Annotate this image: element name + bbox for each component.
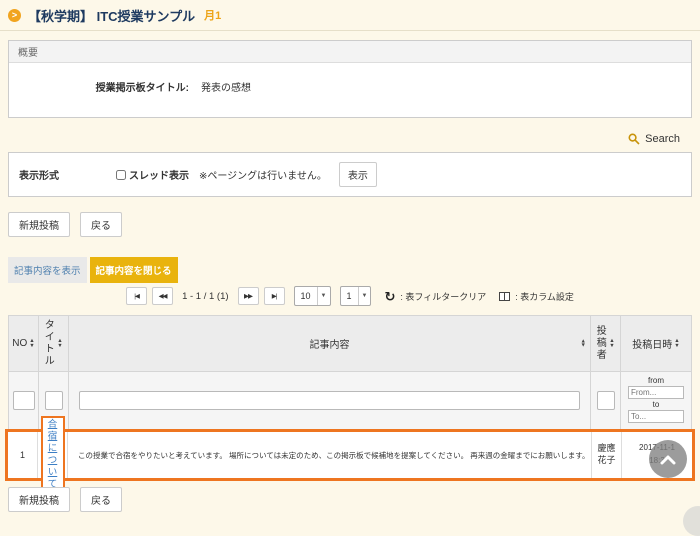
sort-icon[interactable]: ▲▼ [609,339,614,348]
sort-icon[interactable]: ▲▼ [57,339,62,348]
row-author-value: 慶應花子 [594,443,619,466]
filter-author-input[interactable] [597,391,615,410]
filter-cell-date: from to [621,372,691,429]
pagination-prev-button[interactable]: ◀◀ [152,287,173,305]
column-config-label: : 表カラム設定 [515,290,574,303]
page-size-value: 10 [295,291,317,301]
back-button-top[interactable]: 戻る [80,212,122,237]
display-format-label: 表示形式 [19,167,116,182]
col-date-label: 投稿日時 [632,336,672,351]
filter-cell-content [69,372,591,429]
filter-to-label: to [653,399,660,410]
col-header-no[interactable]: NO ▲▼ [9,316,39,371]
back-button-bottom[interactable]: 戻る [80,487,122,512]
table-row: 1 合宿について この授業で合宿をやりたいと考えています。 場所については未定の… [5,429,695,481]
show-button[interactable]: 表示 [339,162,377,187]
filter-no-input[interactable] [13,391,35,410]
page-title: 【秋学期】 ITC授業サンプル [28,6,195,25]
col-content-label: 記事内容 [310,336,350,351]
bullet-arrow-icon: > [8,9,21,22]
content-toggle-tabs: 記事内容を表示 記事内容を閉じる [8,257,178,283]
thread-view-checkbox[interactable] [116,170,126,180]
display-format-panel: 表示形式 スレッド表示 ※ページングは行いません。 表示 [8,152,692,197]
filter-title-input[interactable] [45,391,63,410]
search-heading: Search [628,133,680,145]
dropdown-icon: ▼ [358,287,371,305]
top-action-bar: 新規投稿 戻る [8,212,122,237]
col-no-label: NO [12,338,27,349]
course-tag: 月1 [204,7,221,23]
col-author-label: 投稿者 [596,326,607,362]
overview-body: 授業掲示板タイトル: 発表の感想 [9,63,691,94]
pagination-info: 1 - 1 / 1 (1) [182,291,228,302]
bottom-action-bar: 新規投稿 戻る [8,487,122,512]
sort-icon[interactable]: ▲▼ [674,339,679,348]
board-title-label: 授業掲示板タイトル: [9,79,189,94]
row-content-cell: この授業で合宿をやりたいと考えています。 場所については未定のため、この掲示板で… [68,432,592,478]
filter-clear-label: : 表フィルタークリア [400,290,486,303]
table-header-row: NO ▲▼ タイトル ▲▼ 記事内容 ▲▼ 投稿者 ▲▼ 投稿日時 [8,315,692,372]
new-post-button-top[interactable]: 新規投稿 [8,212,70,237]
thread-view-label: スレッド表示 [129,167,189,182]
table-filter-row: from to [8,372,692,430]
dropdown-icon: ▼ [317,287,330,305]
col-header-title[interactable]: タイトル ▲▼ [39,316,69,371]
scroll-to-top-button[interactable] [649,440,687,478]
col-header-date[interactable]: 投稿日時 ▲▼ [621,316,691,371]
search-label: Search [645,133,680,145]
tab-close-content[interactable]: 記事内容を閉じる [90,257,178,283]
row-no-value: 1 [20,450,25,460]
post-title-link[interactable]: 合宿について [41,416,65,493]
col-title-label: タイトル [44,320,55,368]
col-header-author[interactable]: 投稿者 ▲▼ [591,316,621,371]
pagination-next-button[interactable]: ▶▶ [238,287,259,305]
page-number-select[interactable]: 1 ▼ [340,286,372,306]
filter-content-input[interactable] [79,391,579,410]
sort-icon[interactable]: ▲▼ [581,339,586,348]
new-post-button-bottom[interactable]: 新規投稿 [8,487,70,512]
page-number-value: 1 [341,291,358,301]
pagination-bar: |◀ ◀◀ 1 - 1 / 1 (1) ▶▶ ▶| 10 ▼ 1 ▼ ↻ : 表… [8,286,692,306]
row-author-cell: 慶應花子 [592,432,622,478]
table-columns-icon[interactable] [499,292,510,301]
page-header: > 【秋学期】 ITC授業サンプル 月1 [0,0,700,31]
page-size-select[interactable]: 10 ▼ [294,286,331,306]
col-header-content[interactable]: 記事内容 ▲▼ [69,316,591,371]
tab-show-content[interactable]: 記事内容を表示 [8,257,87,283]
sort-icon[interactable]: ▲▼ [29,339,34,348]
overview-panel: 概要 授業掲示板タイトル: 発表の感想 [8,40,692,118]
pagination-last-button[interactable]: ▶| [264,287,285,305]
posts-table: NO ▲▼ タイトル ▲▼ 記事内容 ▲▼ 投稿者 ▲▼ 投稿日時 [8,315,692,430]
filter-clear-icon[interactable]: ↻ [384,290,395,303]
overview-panel-title: 概要 [9,41,691,63]
filter-date-to-input[interactable] [628,410,684,423]
row-no-cell: 1 [8,432,38,478]
filter-date-from-input[interactable] [628,386,684,399]
filter-cell-no [9,372,39,429]
board-title-value: 発表の感想 [201,79,251,94]
filter-cell-author [591,372,621,429]
row-title-cell: 合宿について [38,432,68,478]
paging-note: ※ページングは行いません。 [199,167,327,182]
chevron-up-icon [659,454,677,465]
search-icon [628,133,640,145]
corner-bubble [683,506,700,536]
filter-from-label: from [648,375,664,386]
row-content-text: この授業で合宿をやりたいと考えています。 場所については未定のため、この掲示板で… [78,450,589,461]
pagination-first-button[interactable]: |◀ [126,287,147,305]
